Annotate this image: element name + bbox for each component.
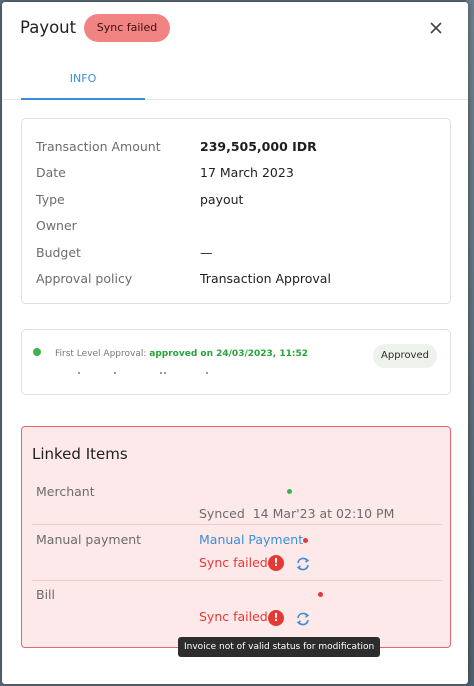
- info-value: Transaction Approval: [200, 271, 331, 286]
- info-label: Date: [36, 165, 66, 180]
- approval-text: First Level Approval: approved on 24/03/…: [55, 349, 308, 359]
- manual-payment-label: Manual payment: [36, 532, 142, 547]
- manual-payment-link[interactable]: Manual Payment: [199, 532, 303, 547]
- close-icon: [430, 22, 442, 34]
- info-value: 17 March 2023: [200, 165, 294, 180]
- synced-time: 14 Mar'23 at 02:10 PM: [252, 506, 395, 521]
- manual-payment-status-dot: [303, 538, 308, 543]
- info-label: Approval policy: [36, 271, 133, 286]
- modal-header: Payout Sync failed: [2, 2, 468, 54]
- approval-dotted-line: [78, 372, 208, 376]
- manual-payment-sync-status: Sync failed: [199, 555, 268, 570]
- info-row-owner: Owner: [36, 218, 436, 238]
- bill-status-dot: [318, 592, 323, 597]
- close-button[interactable]: [426, 18, 446, 38]
- info-row-budget: Budget —: [36, 245, 436, 265]
- resync-manual-payment-button[interactable]: [295, 556, 311, 572]
- info-value: —: [200, 245, 213, 260]
- info-label: Owner: [36, 218, 77, 233]
- info-row-date: Date 17 March 2023: [36, 165, 436, 185]
- info-card: Transaction Amount 239,505,000 IDR Date …: [21, 118, 451, 304]
- approved-badge: Approved: [373, 344, 437, 368]
- tooltip: Invoice not of valid status for modifica…: [178, 637, 381, 657]
- divider: [32, 524, 442, 525]
- warning-icon[interactable]: !: [268, 610, 284, 626]
- warning-icon[interactable]: !: [268, 555, 284, 571]
- payout-modal: Payout Sync failed INFO Transaction Amou…: [2, 2, 468, 684]
- synced-label: Synced: [199, 506, 245, 521]
- info-row-amount: Transaction Amount 239,505,000 IDR: [36, 139, 436, 159]
- tab-info[interactable]: INFO: [21, 64, 145, 100]
- merchant-synced-text: Synced 14 Mar'23 at 02:10 PM: [199, 506, 394, 521]
- status-badge: Sync failed: [84, 14, 170, 42]
- tab-bar: INFO: [2, 64, 468, 100]
- sync-icon: [296, 557, 310, 571]
- linked-items-title: Linked Items: [32, 445, 128, 463]
- approval-level-label: First Level Approval:: [55, 349, 147, 359]
- info-label: Budget: [36, 245, 81, 260]
- approval-status-dot: [33, 348, 41, 356]
- merchant-label: Merchant: [36, 484, 95, 499]
- approval-card: First Level Approval: approved on 24/03/…: [21, 329, 451, 395]
- merchant-status-dot: [287, 489, 292, 494]
- info-row-approval-policy: Approval policy Transaction Approval: [36, 271, 436, 291]
- sync-icon: [296, 612, 310, 626]
- resync-bill-button[interactable]: [295, 611, 311, 627]
- info-value: payout: [200, 192, 244, 207]
- info-value: 239,505,000 IDR: [200, 139, 317, 154]
- bill-sync-status: Sync failed: [199, 609, 268, 624]
- approval-status-text: approved on 24/03/2023, 11:52: [149, 349, 308, 359]
- bill-label: Bill: [36, 587, 55, 602]
- linked-items-card: Linked Items Merchant Synced 14 Mar'23 a…: [21, 426, 451, 648]
- info-label: Type: [36, 192, 65, 207]
- info-label: Transaction Amount: [36, 139, 161, 154]
- divider: [32, 580, 442, 581]
- modal-title: Payout: [20, 18, 77, 37]
- info-row-type: Type payout: [36, 192, 436, 212]
